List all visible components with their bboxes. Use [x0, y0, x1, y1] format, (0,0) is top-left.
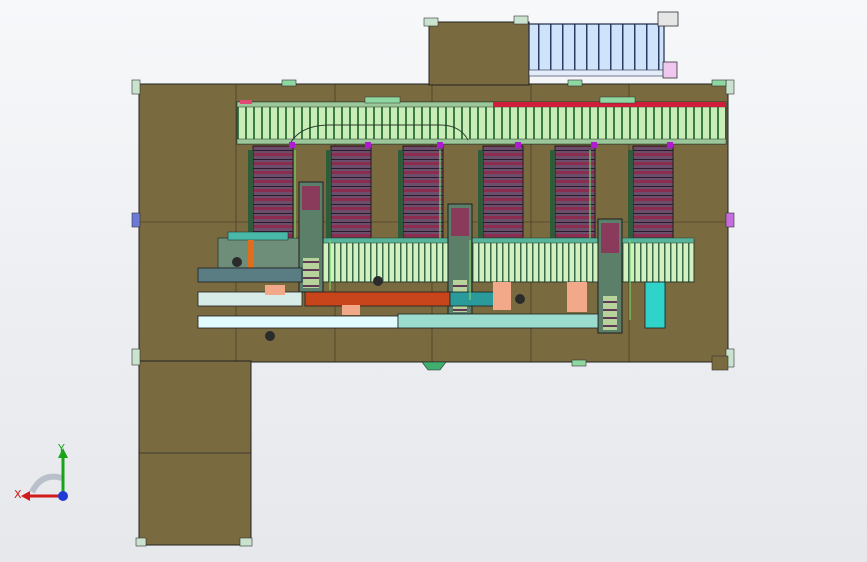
top-conveyor[interactable]: [236, 96, 727, 145]
floor-slab[interactable]: [138, 21, 729, 546]
cad-viewport[interactable]: [0, 0, 867, 562]
rack-lane[interactable]: [398, 145, 444, 239]
coordinate-triad-icon: [21, 448, 68, 501]
glass-enclosure[interactable]: [528, 11, 679, 79]
rack-lane[interactable]: [248, 145, 294, 239]
rack-lane[interactable]: [550, 145, 596, 239]
rack-lane[interactable]: [326, 145, 372, 239]
coordinate-triad[interactable]: Y X: [12, 440, 74, 510]
x-axis-label: X: [14, 488, 22, 501]
rack-lane[interactable]: [478, 145, 524, 239]
rack-lane[interactable]: [628, 145, 674, 239]
y-axis-label: Y: [57, 442, 65, 455]
